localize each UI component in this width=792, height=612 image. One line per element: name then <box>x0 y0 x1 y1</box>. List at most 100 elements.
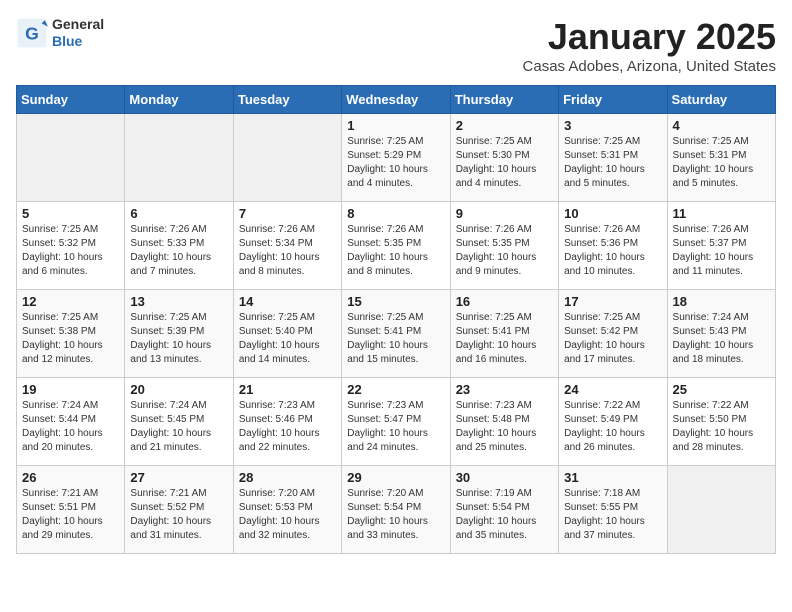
day-info: Sunrise: 7:25 AM Sunset: 5:41 PM Dayligh… <box>347 311 444 367</box>
calendar-week-row: 12Sunrise: 7:25 AM Sunset: 5:38 PM Dayli… <box>17 290 776 378</box>
day-number: 20 <box>130 382 227 397</box>
calendar-week-row: 19 Sunrise: 7:24 AM Sunset: 5:44 PM Dayli… <box>17 378 776 466</box>
day-info: Sunrise: 7:25 AM Sunset: 5:29 PM Dayligh… <box>347 135 444 191</box>
weekday-header-thursday: Thursday <box>450 86 558 114</box>
calendar-cell: 23 Sunrise: 7:23 AM Sunset: 5:48 PM Dayli… <box>450 378 558 466</box>
page-header: G General Blue January 2025 Casas Adobes… <box>16 16 776 75</box>
calendar-subtitle: Casas Adobes, Arizona, United States <box>523 58 776 75</box>
day-info: Sunrise: 7:20 AM Sunset: 5:53 PM Dayligh… <box>239 487 336 543</box>
day-info: Sunrise: 7:26 AM Sunset: 5:33 PM Dayligh… <box>130 223 227 279</box>
logo: G General Blue <box>16 16 104 50</box>
day-number: 15 <box>347 294 444 309</box>
day-number: 26 <box>22 470 119 485</box>
day-number: 23 <box>456 382 553 397</box>
calendar-week-row: 1Sunrise: 7:25 AM Sunset: 5:29 PM Daylig… <box>17 114 776 202</box>
calendar-cell: 29Sunrise: 7:20 AM Sunset: 5:54 PM Dayli… <box>342 466 450 554</box>
calendar-cell <box>233 114 341 202</box>
calendar-cell: 15 Sunrise: 7:25 AM Sunset: 5:41 PM Dayli… <box>342 290 450 378</box>
calendar-cell: 6Sunrise: 7:26 AM Sunset: 5:33 PM Daylig… <box>125 202 233 290</box>
calendar-cell: 24 Sunrise: 7:22 AM Sunset: 5:49 PM Dayli… <box>559 378 667 466</box>
calendar-cell: 21 Sunrise: 7:23 AM Sunset: 5:46 PM Dayli… <box>233 378 341 466</box>
calendar-cell: 26 Sunrise: 7:21 AM Sunset: 5:51 PM Dayli… <box>17 466 125 554</box>
calendar-cell <box>667 466 775 554</box>
day-info: Sunrise: 7:23 AM Sunset: 5:46 PM Dayligh… <box>239 399 336 455</box>
day-number: 2 <box>456 118 553 133</box>
calendar-cell: 27Sunrise: 7:21 AM Sunset: 5:52 PM Dayli… <box>125 466 233 554</box>
logo-icon: G <box>16 17 48 49</box>
day-info: Sunrise: 7:26 AM Sunset: 5:34 PM Dayligh… <box>239 223 336 279</box>
calendar-cell: 1Sunrise: 7:25 AM Sunset: 5:29 PM Daylig… <box>342 114 450 202</box>
day-info: Sunrise: 7:26 AM Sunset: 5:37 PM Dayligh… <box>673 223 770 279</box>
day-number: 11 <box>673 206 770 221</box>
day-number: 27 <box>130 470 227 485</box>
calendar-cell: 19 Sunrise: 7:24 AM Sunset: 5:44 PM Dayli… <box>17 378 125 466</box>
day-number: 7 <box>239 206 336 221</box>
day-info: Sunrise: 7:25 AM Sunset: 5:30 PM Dayligh… <box>456 135 553 191</box>
day-info: Sunrise: 7:26 AM Sunset: 5:36 PM Dayligh… <box>564 223 661 279</box>
day-info: Sunrise: 7:25 AM Sunset: 5:38 PM Dayligh… <box>22 311 119 367</box>
day-number: 30 <box>456 470 553 485</box>
day-info: Sunrise: 7:22 AM Sunset: 5:49 PM Dayligh… <box>564 399 661 455</box>
calendar-cell: 3 Sunrise: 7:25 AM Sunset: 5:31 PM Daylig… <box>559 114 667 202</box>
day-number: 29 <box>347 470 444 485</box>
day-number: 18 <box>673 294 770 309</box>
day-info: Sunrise: 7:23 AM Sunset: 5:48 PM Dayligh… <box>456 399 553 455</box>
weekday-header-friday: Friday <box>559 86 667 114</box>
calendar-cell: 7 Sunrise: 7:26 AM Sunset: 5:34 PM Daylig… <box>233 202 341 290</box>
day-info: Sunrise: 7:25 AM Sunset: 5:31 PM Dayligh… <box>564 135 661 191</box>
svg-text:G: G <box>25 23 39 43</box>
day-number: 28 <box>239 470 336 485</box>
calendar-cell: 12Sunrise: 7:25 AM Sunset: 5:38 PM Dayli… <box>17 290 125 378</box>
day-number: 25 <box>673 382 770 397</box>
calendar-cell: 20 Sunrise: 7:24 AM Sunset: 5:45 PM Dayli… <box>125 378 233 466</box>
day-info: Sunrise: 7:18 AM Sunset: 5:55 PM Dayligh… <box>564 487 661 543</box>
calendar-week-row: 26 Sunrise: 7:21 AM Sunset: 5:51 PM Dayli… <box>17 466 776 554</box>
day-number: 8 <box>347 206 444 221</box>
day-number: 3 <box>564 118 661 133</box>
day-info: Sunrise: 7:25 AM Sunset: 5:42 PM Dayligh… <box>564 311 661 367</box>
day-info: Sunrise: 7:23 AM Sunset: 5:47 PM Dayligh… <box>347 399 444 455</box>
day-info: Sunrise: 7:22 AM Sunset: 5:50 PM Dayligh… <box>673 399 770 455</box>
day-number: 24 <box>564 382 661 397</box>
day-number: 14 <box>239 294 336 309</box>
logo-blue: Blue <box>52 33 104 50</box>
day-number: 19 <box>22 382 119 397</box>
calendar-cell: 31 Sunrise: 7:18 AM Sunset: 5:55 PM Dayli… <box>559 466 667 554</box>
calendar-cell: 14Sunrise: 7:25 AM Sunset: 5:40 PM Dayli… <box>233 290 341 378</box>
day-number: 13 <box>130 294 227 309</box>
title-block: January 2025 Casas Adobes, Arizona, Unit… <box>523 16 776 75</box>
day-info: Sunrise: 7:24 AM Sunset: 5:44 PM Dayligh… <box>22 399 119 455</box>
calendar-cell: 9 Sunrise: 7:26 AM Sunset: 5:35 PM Daylig… <box>450 202 558 290</box>
day-info: Sunrise: 7:25 AM Sunset: 5:32 PM Dayligh… <box>22 223 119 279</box>
day-number: 4 <box>673 118 770 133</box>
calendar-cell: 16 Sunrise: 7:25 AM Sunset: 5:41 PM Dayli… <box>450 290 558 378</box>
day-number: 31 <box>564 470 661 485</box>
calendar-cell: 11 Sunrise: 7:26 AM Sunset: 5:37 PM Dayli… <box>667 202 775 290</box>
day-info: Sunrise: 7:19 AM Sunset: 5:54 PM Dayligh… <box>456 487 553 543</box>
calendar-cell: 10 Sunrise: 7:26 AM Sunset: 5:36 PM Dayli… <box>559 202 667 290</box>
weekday-header-monday: Monday <box>125 86 233 114</box>
calendar-cell: 18Sunrise: 7:24 AM Sunset: 5:43 PM Dayli… <box>667 290 775 378</box>
calendar-cell <box>17 114 125 202</box>
calendar-cell: 8Sunrise: 7:26 AM Sunset: 5:35 PM Daylig… <box>342 202 450 290</box>
calendar-cell: 2 Sunrise: 7:25 AM Sunset: 5:30 PM Daylig… <box>450 114 558 202</box>
calendar-title: January 2025 <box>523 16 776 58</box>
day-info: Sunrise: 7:21 AM Sunset: 5:51 PM Dayligh… <box>22 487 119 543</box>
weekday-header-row: SundayMondayTuesdayWednesdayThursdayFrid… <box>17 86 776 114</box>
day-info: Sunrise: 7:26 AM Sunset: 5:35 PM Dayligh… <box>456 223 553 279</box>
day-number: 16 <box>456 294 553 309</box>
calendar-cell: 25 Sunrise: 7:22 AM Sunset: 5:50 PM Dayli… <box>667 378 775 466</box>
day-info: Sunrise: 7:24 AM Sunset: 5:45 PM Dayligh… <box>130 399 227 455</box>
calendar-table: SundayMondayTuesdayWednesdayThursdayFrid… <box>16 85 776 554</box>
calendar-cell: 28 Sunrise: 7:20 AM Sunset: 5:53 PM Dayli… <box>233 466 341 554</box>
day-number: 17 <box>564 294 661 309</box>
day-number: 9 <box>456 206 553 221</box>
day-number: 22 <box>347 382 444 397</box>
day-number: 10 <box>564 206 661 221</box>
day-info: Sunrise: 7:25 AM Sunset: 5:31 PM Dayligh… <box>673 135 770 191</box>
calendar-cell: 13Sunrise: 7:25 AM Sunset: 5:39 PM Dayli… <box>125 290 233 378</box>
day-number: 21 <box>239 382 336 397</box>
day-info: Sunrise: 7:25 AM Sunset: 5:41 PM Dayligh… <box>456 311 553 367</box>
weekday-header-sunday: Sunday <box>17 86 125 114</box>
calendar-cell: 30 Sunrise: 7:19 AM Sunset: 5:54 PM Dayli… <box>450 466 558 554</box>
